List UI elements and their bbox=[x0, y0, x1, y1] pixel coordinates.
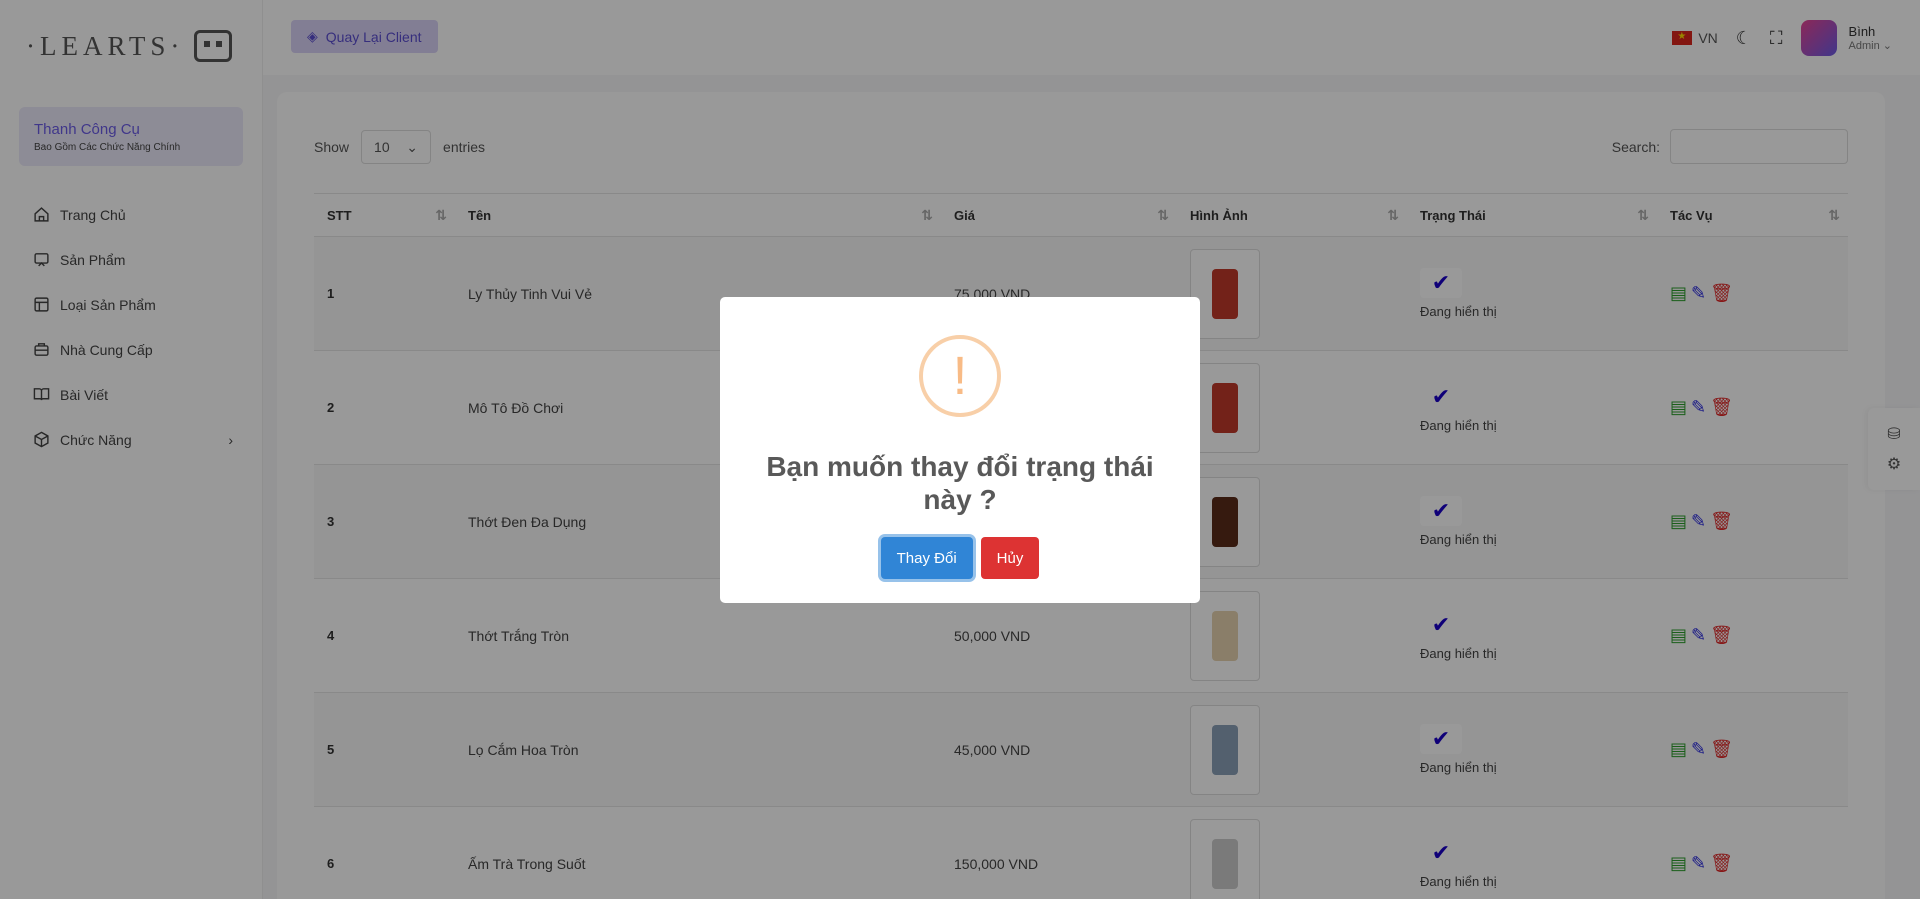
confirm-dialog: ! Bạn muốn thay đổi trạng thái này ? Tha… bbox=[720, 297, 1200, 603]
dialog-actions: Thay Đổi Hủy bbox=[720, 537, 1200, 579]
cancel-button[interactable]: Hủy bbox=[980, 537, 1040, 579]
confirm-change-button[interactable]: Thay Đổi bbox=[880, 537, 973, 579]
dialog-title: Bạn muốn thay đổi trạng thái này ? bbox=[766, 451, 1154, 515]
warning-icon: ! bbox=[919, 335, 1001, 417]
